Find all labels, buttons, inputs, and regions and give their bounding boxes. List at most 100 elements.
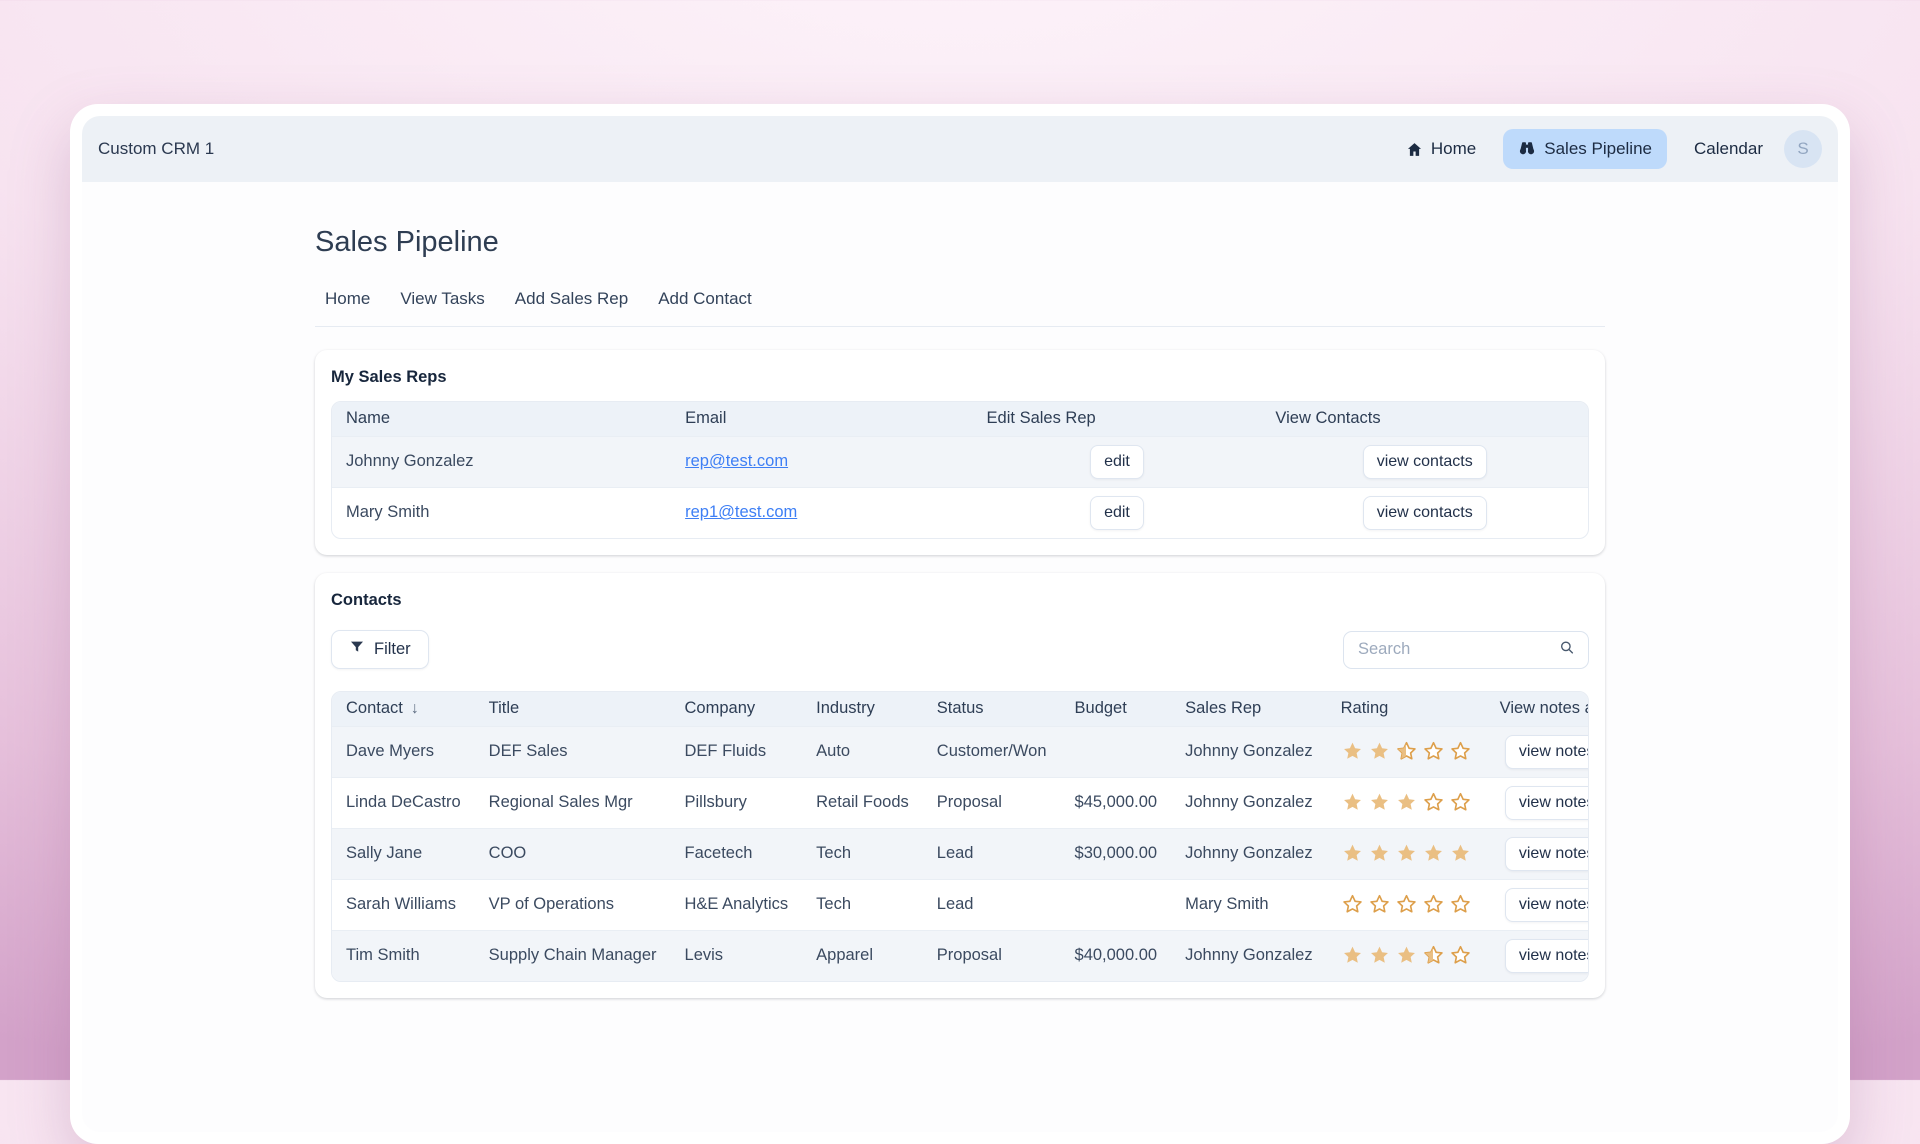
column-header-sales-rep: Sales Rep: [1171, 692, 1327, 726]
contact-notes-cell: view notes and de...: [1486, 828, 1589, 879]
column-header-status: Status: [923, 692, 1061, 726]
star-slot: [1422, 842, 1445, 865]
edit-sales-rep-button[interactable]: edit: [1090, 496, 1144, 530]
rep-name-cell: Mary Smith: [332, 487, 671, 538]
column-header-industry: Industry: [802, 692, 923, 726]
nav-item-calendar[interactable]: Calendar: [1679, 129, 1778, 169]
contact-notes-cell: view notes and de...: [1486, 777, 1589, 828]
rep-email-link[interactable]: rep@test.com: [685, 452, 788, 470]
contact-industry-cell: Retail Foods: [802, 777, 923, 828]
star-slot: [1341, 893, 1364, 916]
nav-item-sales-pipeline[interactable]: Sales Pipeline: [1503, 129, 1667, 169]
column-header-budget: Budget: [1061, 692, 1172, 726]
view-notes-and-details-button[interactable]: view notes and de...: [1505, 786, 1589, 820]
star-empty-icon: [1341, 893, 1364, 916]
star-slot: [1395, 740, 1418, 763]
page-container: Sales Pipeline HomeView TasksAdd Sales R…: [315, 226, 1605, 998]
contact-status-cell: Lead: [923, 828, 1061, 879]
star-full-icon: [1341, 842, 1364, 865]
avatar-initial: S: [1797, 139, 1808, 159]
contact-notes-cell: view notes and de...: [1486, 930, 1589, 981]
star-full-icon: [1368, 791, 1391, 814]
tab-add-contact[interactable]: Add Contact: [658, 289, 752, 309]
rating-stars: [1341, 791, 1472, 814]
column-header-label: Sales Rep: [1185, 699, 1261, 717]
sales-rep-row: Johnny Gonzalez rep@test.com edit view cont…: [332, 436, 1588, 487]
contact-status-cell: Proposal: [923, 930, 1061, 981]
search-input[interactable]: [1343, 631, 1589, 669]
star-full-icon: [1368, 944, 1391, 967]
star-slot: [1449, 893, 1472, 916]
star-slot: [1341, 944, 1364, 967]
rep-email-cell: rep1@test.com: [671, 487, 972, 538]
contact-row: Sarah WilliamsVP of OperationsH&E Analyt…: [332, 879, 1589, 930]
main-content: Sales Pipeline HomeView TasksAdd Sales R…: [82, 182, 1838, 1132]
column-header-name: Name: [332, 402, 671, 436]
contact-name-cell: Sarah Williams: [332, 879, 475, 930]
star-empty-icon: [1395, 893, 1418, 916]
star-slot: [1422, 791, 1445, 814]
star-slot: [1449, 740, 1472, 763]
contact-row: Sally JaneCOOFacetechTechLead$30,000.00J…: [332, 828, 1589, 879]
column-header-view-contacts: View Contacts: [1261, 402, 1588, 436]
nav-item-label: Sales Pipeline: [1544, 139, 1652, 159]
column-header-rating: Rating: [1327, 692, 1486, 726]
rep-email-cell: rep@test.com: [671, 436, 972, 487]
sales-reps-card: My Sales Reps NameEmailEdit Sales RepVie…: [315, 350, 1605, 555]
rep-name-cell: Johnny Gonzalez: [332, 436, 671, 487]
filter-button[interactable]: Filter: [331, 630, 429, 669]
user-avatar[interactable]: S: [1784, 130, 1822, 168]
star-slot: [1449, 791, 1472, 814]
contact-title-cell: VP of Operations: [475, 879, 671, 930]
nav-item-home[interactable]: Home: [1391, 129, 1491, 169]
star-empty-icon: [1449, 740, 1472, 763]
column-header-title: Title: [475, 692, 671, 726]
contact-company-cell: Levis: [671, 930, 803, 981]
view-notes-and-details-button[interactable]: view notes and de...: [1505, 837, 1589, 871]
tab-home[interactable]: Home: [325, 289, 370, 309]
contact-name-cell: Tim Smith: [332, 930, 475, 981]
contact-notes-cell: view notes and de...: [1486, 879, 1589, 930]
edit-sales-rep-button[interactable]: edit: [1090, 445, 1144, 479]
star-empty-icon: [1422, 893, 1445, 916]
view-contacts-button[interactable]: view contacts: [1363, 496, 1487, 530]
star-full-icon: [1368, 740, 1391, 763]
sales-reps-table: NameEmailEdit Sales RepView Contacts Joh…: [332, 402, 1588, 538]
column-header-label: Budget: [1075, 699, 1127, 717]
column-header-label: Company: [685, 699, 756, 717]
rep-email-link[interactable]: rep1@test.com: [685, 503, 797, 521]
contact-row: Tim SmithSupply Chain ManagerLevisAppare…: [332, 930, 1589, 981]
column-header-contact[interactable]: Contact↓: [332, 692, 475, 726]
contact-name-cell: Dave Myers: [332, 726, 475, 777]
contact-notes-cell: view notes and de...: [1486, 726, 1589, 777]
contact-rating-cell: [1327, 879, 1486, 930]
contact-status-cell: Proposal: [923, 777, 1061, 828]
star-slot: [1422, 893, 1445, 916]
column-header-company: Company: [671, 692, 803, 726]
view-contacts-button[interactable]: view contacts: [1363, 445, 1487, 479]
top-nav: Home Sales Pipeline Calendar: [1391, 129, 1778, 169]
contacts-card: Contacts Filter: [315, 573, 1605, 998]
star-full-icon: [1368, 842, 1391, 865]
star-slot: [1368, 944, 1391, 967]
nav-item-label: Calendar: [1694, 139, 1763, 159]
star-slot: [1341, 740, 1364, 763]
star-slot: [1368, 893, 1391, 916]
contact-rating-cell: [1327, 930, 1486, 981]
star-slot: [1341, 791, 1364, 814]
contact-row: Linda DeCastroRegional Sales MgrPillsbur…: [332, 777, 1589, 828]
star-full-icon: [1341, 791, 1364, 814]
view-notes-and-details-button[interactable]: view notes and de...: [1505, 888, 1589, 922]
tab-add-sales-rep[interactable]: Add Sales Rep: [515, 289, 628, 309]
star-empty-icon: [1449, 893, 1472, 916]
view-notes-and-details-button[interactable]: view notes and de...: [1505, 939, 1589, 973]
view-notes-and-details-button[interactable]: view notes and de...: [1505, 735, 1589, 769]
tab-view-tasks[interactable]: View Tasks: [400, 289, 484, 309]
star-full-icon: [1449, 842, 1472, 865]
contact-name-cell: Sally Jane: [332, 828, 475, 879]
contact-company-cell: Facetech: [671, 828, 803, 879]
contact-title-cell: Supply Chain Manager: [475, 930, 671, 981]
contact-title-cell: Regional Sales Mgr: [475, 777, 671, 828]
column-header-view-notes-and-details[interactable]: View notes and details↓: [1486, 692, 1589, 726]
rep-edit-cell: edit: [973, 436, 1262, 487]
